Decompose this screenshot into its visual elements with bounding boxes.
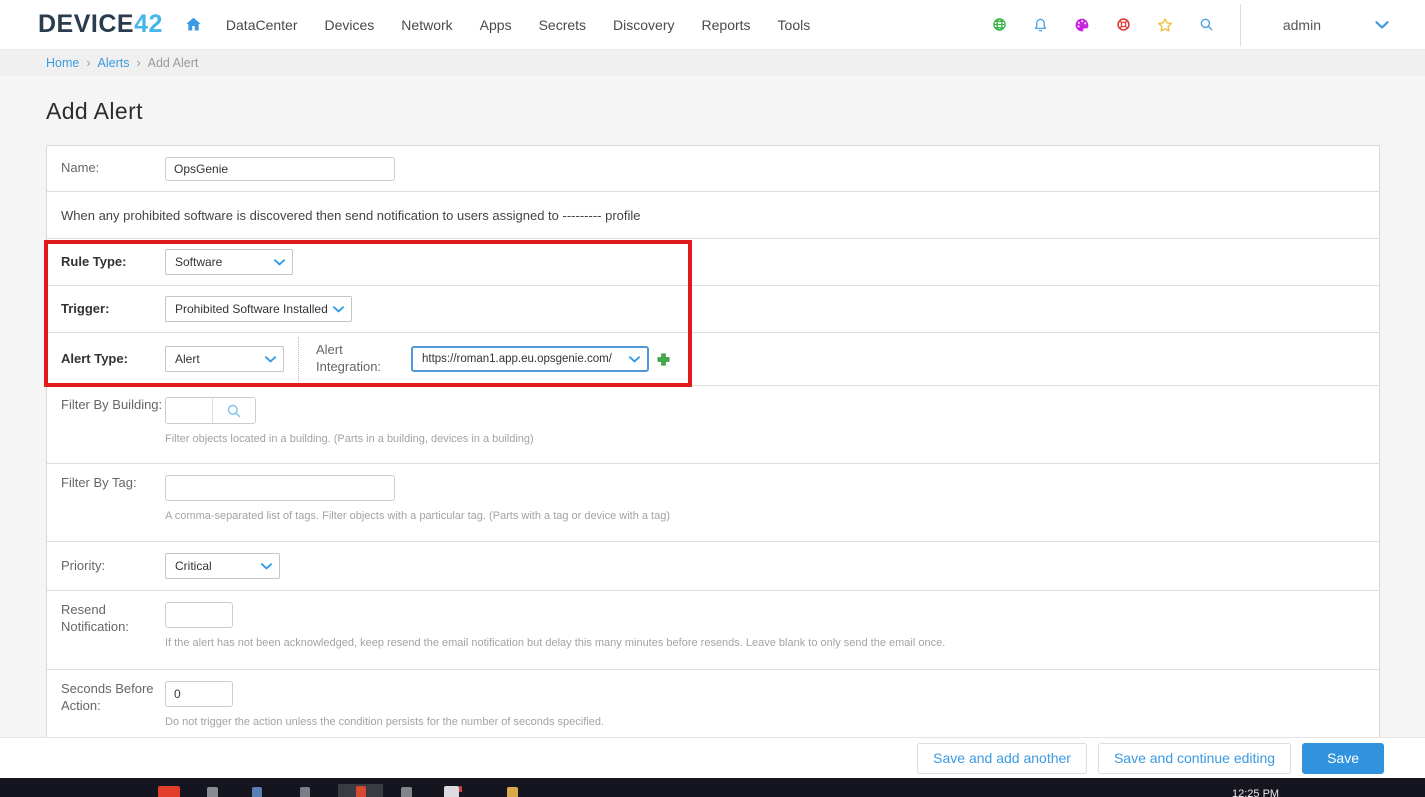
alert-integration-select[interactable]: https://roman1.app.eu.opsgenie.com/ — [411, 346, 649, 372]
breadcrumb-home[interactable]: Home — [46, 56, 79, 70]
filter-tag-label: Filter By Tag: — [61, 475, 165, 492]
priority-value: Critical — [175, 559, 212, 573]
alert-form: Name: When any prohibited software is di… — [46, 145, 1380, 740]
nav-item-network[interactable]: Network — [401, 17, 452, 33]
logo-text-42: 42 — [134, 10, 163, 38]
notifications-bell-icon[interactable] — [1033, 17, 1048, 33]
top-nav: DEVICE42 DataCenter Devices Network Apps… — [0, 0, 1425, 50]
taskbar: 12:25 PM — [0, 778, 1425, 797]
breadcrumb-alerts[interactable]: Alerts — [98, 56, 130, 70]
rule-type-label: Rule Type: — [61, 254, 165, 271]
taskbar-app-icon[interactable] — [356, 786, 366, 797]
page-title: Add Alert — [46, 98, 1425, 125]
alert-type-label: Alert Type: — [61, 351, 165, 368]
trigger-row: Trigger: Prohibited Software Installed — [47, 285, 1379, 332]
taskbar-clock: 12:25 PM — [1232, 788, 1279, 797]
search-icon[interactable] — [1199, 17, 1214, 32]
filter-building-label: Filter By Building: — [61, 397, 165, 414]
filter-tag-input[interactable] — [165, 475, 395, 501]
filter-building-help: Filter objects located in a building. (P… — [165, 433, 534, 445]
taskbar-app-icon[interactable] — [507, 787, 518, 797]
alert-type-value: Alert — [175, 352, 200, 366]
nav-item-apps[interactable]: Apps — [480, 17, 512, 33]
chevron-down-icon — [629, 356, 640, 363]
rule-type-value: Software — [175, 255, 222, 269]
save-button[interactable]: Save — [1302, 743, 1384, 774]
resend-notification-help: If the alert has not been acknowledged, … — [165, 637, 945, 649]
taskbar-app-icon[interactable] — [252, 787, 262, 797]
name-label: Name: — [61, 160, 165, 177]
breadcrumb: Home › Alerts › Add Alert — [0, 50, 1425, 76]
name-input[interactable] — [165, 157, 395, 181]
user-menu[interactable]: admin — [1283, 17, 1389, 33]
alert-type-row: Alert Type: Alert Alert Integration: htt… — [47, 332, 1379, 385]
filter-tag-help: A comma-separated list of tags. Filter o… — [165, 510, 670, 522]
trigger-select[interactable]: Prohibited Software Installed — [165, 296, 352, 322]
user-name: admin — [1283, 17, 1321, 33]
taskbar-app-icon[interactable] — [207, 787, 218, 797]
save-and-continue-editing-button[interactable]: Save and continue editing — [1098, 743, 1291, 774]
seconds-before-action-label: Seconds Before Action: — [61, 681, 165, 715]
rule-description-row: When any prohibited software is discover… — [47, 191, 1379, 238]
nav-item-datacenter[interactable]: DataCenter — [226, 17, 298, 33]
chevron-down-icon — [1375, 21, 1389, 29]
actions-bar: Save and add another Save and continue e… — [0, 737, 1425, 778]
taskbar-app-icon[interactable] — [158, 786, 180, 797]
alert-type-select[interactable]: Alert — [165, 346, 284, 372]
nav-item-tools[interactable]: Tools — [778, 17, 811, 33]
device42-logo[interactable]: DEVICE42 — [38, 10, 163, 39]
trigger-label: Trigger: — [61, 301, 165, 318]
chevron-down-icon — [274, 259, 285, 266]
nav-item-devices[interactable]: Devices — [325, 17, 375, 33]
breadcrumb-separator: › — [136, 56, 140, 70]
dotted-divider — [298, 337, 299, 381]
seconds-before-action-row: Seconds Before Action: Do not trigger th… — [47, 669, 1379, 739]
favorites-star-icon[interactable] — [1157, 17, 1173, 33]
magnifier-icon — [226, 403, 242, 419]
taskbar-app-icon[interactable] — [401, 787, 412, 797]
filter-building-row: Filter By Building: Filter objects locat… — [47, 385, 1379, 463]
nav-item-reports[interactable]: Reports — [702, 17, 751, 33]
nav-item-discovery[interactable]: Discovery — [613, 17, 674, 33]
resend-notification-label: Resend Notification: — [61, 602, 165, 636]
save-and-add-another-button[interactable]: Save and add another — [917, 743, 1087, 774]
resend-notification-input[interactable] — [165, 602, 233, 628]
name-row: Name: — [47, 146, 1379, 191]
priority-label: Priority: — [61, 558, 165, 575]
resend-notification-row: Resend Notification: If the alert has no… — [47, 590, 1379, 669]
rule-description: When any prohibited software is discover… — [61, 208, 641, 223]
chevron-down-icon — [261, 563, 272, 570]
rule-type-row: Rule Type: Software — [47, 238, 1379, 285]
building-search-button[interactable] — [212, 398, 255, 423]
priority-row: Priority: Critical — [47, 541, 1379, 590]
taskbar-app-icon[interactable] — [444, 786, 459, 797]
taskbar-app-icon — [459, 786, 462, 792]
breadcrumb-current: Add Alert — [148, 56, 199, 70]
chevron-down-icon — [265, 356, 276, 363]
globe-icon[interactable] — [992, 17, 1007, 32]
seconds-before-action-input[interactable] — [165, 681, 233, 707]
chevron-down-icon — [333, 306, 344, 313]
alert-integration-label: Alert Integration: — [316, 342, 396, 376]
nav-item-secrets[interactable]: Secrets — [539, 17, 586, 33]
filter-building-input[interactable] — [166, 398, 212, 423]
taskbar-app-icon[interactable] — [300, 787, 310, 797]
theme-palette-icon[interactable] — [1074, 17, 1090, 33]
rule-type-select[interactable]: Software — [165, 249, 293, 275]
alert-integration-value: https://roman1.app.eu.opsgenie.com/ — [422, 353, 612, 365]
filter-tag-row: Filter By Tag: A comma-separated list of… — [47, 463, 1379, 541]
help-lifebuoy-icon[interactable] — [1116, 17, 1131, 32]
seconds-before-action-help: Do not trigger the action unless the con… — [165, 716, 604, 728]
nav-divider — [1240, 4, 1241, 46]
logo-text-device: DEVICE — [38, 10, 134, 38]
breadcrumb-separator: › — [86, 56, 90, 70]
home-icon[interactable] — [185, 16, 202, 33]
priority-select[interactable]: Critical — [165, 553, 280, 579]
filter-building-combo — [165, 397, 256, 424]
main-menu: DataCenter Devices Network Apps Secrets … — [226, 17, 810, 33]
trigger-value: Prohibited Software Installed — [175, 302, 328, 316]
nav-right-icons: admin — [992, 4, 1425, 46]
add-integration-plus-icon[interactable] — [657, 353, 670, 366]
screen: DEVICE42 DataCenter Devices Network Apps… — [0, 0, 1425, 797]
